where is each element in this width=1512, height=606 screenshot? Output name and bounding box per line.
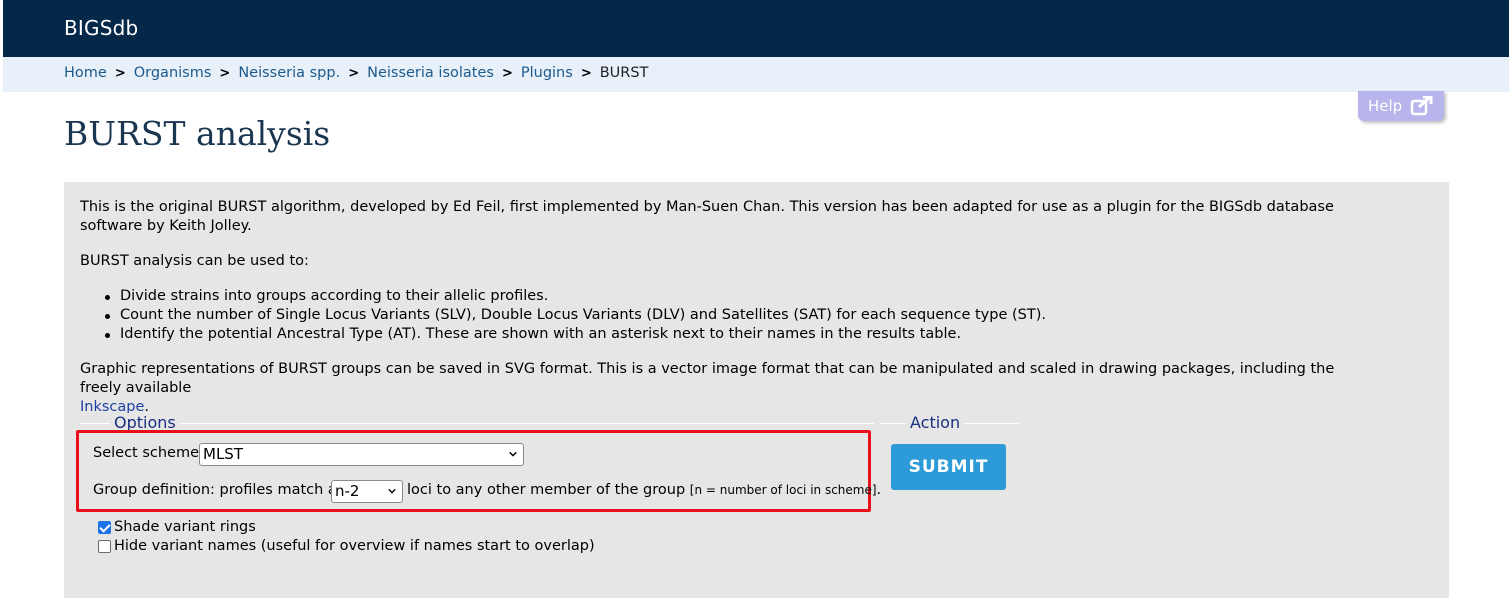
breadcrumb-separator: > <box>501 66 513 81</box>
breadcrumb-neisseria-isolates[interactable]: Neisseria isolates <box>367 65 494 81</box>
help-button[interactable]: Help <box>1358 91 1444 121</box>
list-item: Identify the potential Ancestral Type (A… <box>102 325 1046 344</box>
chevron-down-icon <box>509 451 517 457</box>
group-definition-end: . <box>876 482 882 498</box>
scheme-select[interactable]: MLST <box>199 443 524 466</box>
shade-variant-rings-checkbox[interactable] <box>98 520 111 534</box>
submit-button[interactable]: SUBMIT <box>891 444 1006 490</box>
breadcrumb-current: BURST <box>599 65 649 81</box>
breadcrumb-separator: > <box>580 66 592 81</box>
group-definition-select[interactable]: n-2 <box>331 480 403 503</box>
group-definition-label: Group definition: profiles match at <box>93 482 343 498</box>
group-definition-after: loci to any other member of the group <box>407 482 686 498</box>
hide-variant-names-checkbox[interactable] <box>98 539 111 553</box>
breadcrumb-separator: > <box>219 66 231 81</box>
breadcrumb: Home > Organisms > Neisseria spp. > Neisseria … <box>64 65 648 81</box>
group-definition-note: [n = number of loci in scheme] <box>689 483 877 497</box>
options-fieldset-border <box>80 423 874 424</box>
shade-variant-rings-label: Shade variant rings <box>114 519 256 535</box>
group-definition-value: n-2 <box>335 482 360 500</box>
shade-variant-rings-option[interactable]: Shade variant rings <box>98 519 256 535</box>
breadcrumb-home[interactable]: Home <box>64 65 107 81</box>
top-header-bar: BIGSdb <box>3 0 1509 57</box>
chevron-down-icon <box>388 488 396 494</box>
svg-info-body: Graphic representations of BURST groups … <box>80 361 1335 396</box>
plugin-panel: This is the original BURST algorithm, de… <box>64 182 1449 598</box>
external-link-icon <box>1410 96 1434 116</box>
group-definition-text: loci to any other member of the group [n… <box>407 482 881 498</box>
list-item: Count the number of Single Locus Variant… <box>102 306 1046 325</box>
scheme-label: Select scheme: <box>93 445 204 461</box>
breadcrumb-bar: Home > Organisms > Neisseria spp. > Neisseria … <box>3 57 1509 92</box>
breadcrumb-organisms[interactable]: Organisms <box>134 65 212 81</box>
scheme-select-value: MLST <box>203 445 243 463</box>
breadcrumb-separator: > <box>114 66 126 81</box>
list-item: Divide strains into groups according to … <box>102 287 1046 306</box>
page-title: BURST analysis <box>64 114 331 153</box>
hide-variant-names-option[interactable]: Hide variant names (useful for overview … <box>98 538 595 554</box>
hide-variant-names-label: Hide variant names (useful for overview … <box>114 538 595 554</box>
intro-text: This is the original BURST algorithm, de… <box>80 199 1334 234</box>
breadcrumb-plugins[interactable]: Plugins <box>521 65 573 81</box>
svg-info-text: Graphic representations of BURST groups … <box>80 360 1380 417</box>
app-title[interactable]: BIGSdb <box>64 16 138 40</box>
breadcrumb-separator: > <box>348 66 360 81</box>
uses-list: Divide strains into groups according to … <box>102 287 1046 344</box>
help-label: Help <box>1368 97 1403 115</box>
uses-heading: BURST analysis can be used to: <box>80 253 309 269</box>
action-legend: Action <box>906 413 965 432</box>
breadcrumb-neisseria-spp[interactable]: Neisseria spp. <box>238 65 340 81</box>
